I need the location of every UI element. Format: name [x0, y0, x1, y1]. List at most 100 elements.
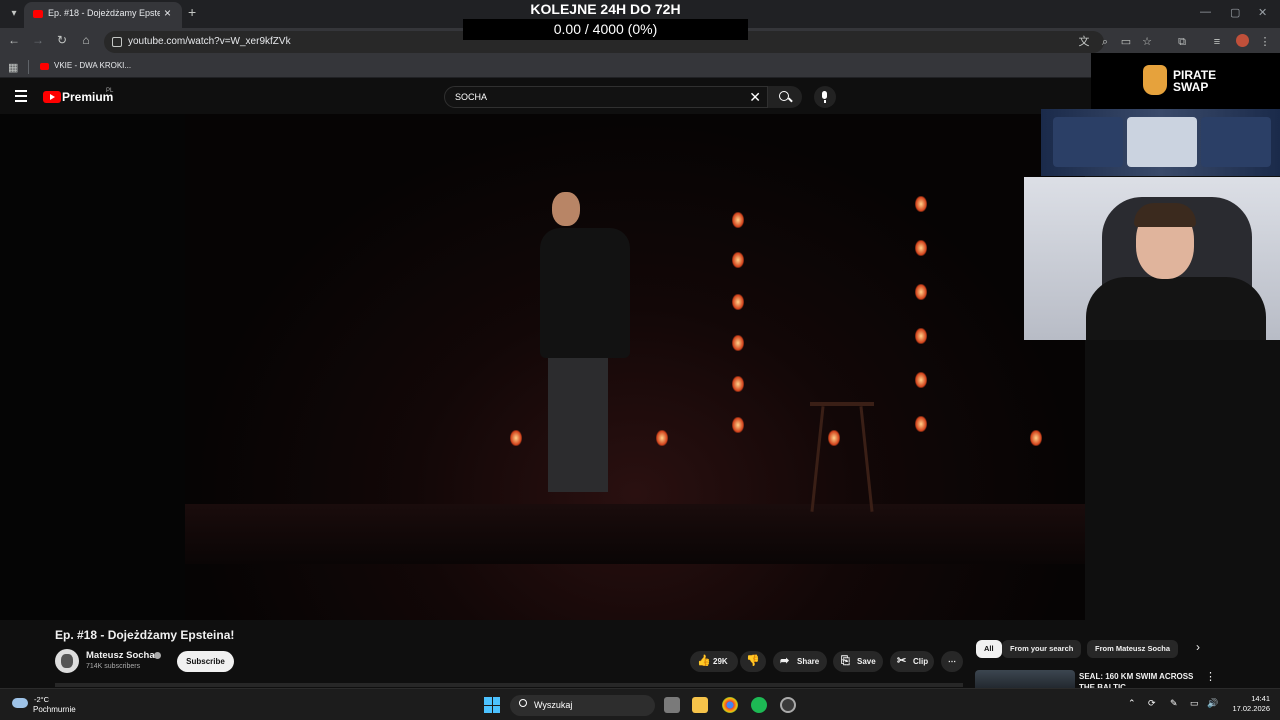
tab-title: Ep. #18 - Dojeżdżamy Epsteina! [48, 8, 160, 18]
more-actions-icon[interactable]: ⋯ [941, 651, 963, 672]
clip-button[interactable]: ✂ Clip [890, 651, 934, 672]
share-label: Share [797, 657, 820, 666]
translate-icon[interactable]: 文 [1077, 35, 1091, 49]
taskbar-search-label: Wyszukaj [534, 700, 573, 710]
extensions-icon[interactable]: ⧉ [1175, 35, 1189, 49]
reading-list-icon[interactable]: ≡ [1210, 35, 1224, 49]
subscribe-button[interactable]: Subscribe [177, 651, 234, 672]
comedian-figure [540, 192, 630, 492]
minimize-icon[interactable]: — [1200, 6, 1211, 18]
more-options-icon[interactable]: ⋮ [1205, 670, 1216, 683]
search-query: SOCHA [455, 92, 488, 102]
streamer-webcam [1024, 177, 1280, 340]
apps-grid-icon[interactable]: ▦ [8, 61, 18, 74]
stage-floor [185, 504, 1085, 564]
weather-description[interactable]: Pochmurnie [33, 705, 76, 714]
app-icon[interactable] [780, 697, 796, 713]
stage-light [1030, 430, 1042, 446]
task-view-icon[interactable] [664, 697, 680, 713]
chip-from-your-search[interactable]: From your search [1002, 640, 1082, 658]
search-input[interactable]: SOCHA ✕ [444, 86, 768, 108]
bar-stool [810, 402, 874, 512]
back-icon[interactable]: ← [6, 33, 22, 47]
close-window-icon[interactable]: ✕ [1258, 6, 1267, 19]
cloud-icon[interactable] [12, 698, 28, 708]
thumbs-up-icon: 👍 [697, 655, 711, 667]
clock-time: 14:41 [1251, 694, 1270, 703]
stage-light [656, 430, 668, 446]
maximize-icon[interactable]: ▢ [1230, 6, 1240, 19]
sponsor-name: PIRATE SWAP [1173, 68, 1217, 94]
network-icon[interactable]: ▭ [1190, 698, 1199, 709]
stage-light [915, 284, 927, 300]
bookmark-star-icon[interactable]: ☆ [1140, 35, 1154, 49]
channel-avatar[interactable] [55, 649, 79, 673]
sync-icon[interactable]: ⟳ [1148, 698, 1156, 709]
zoom-icon[interactable]: ⌕ [1098, 35, 1112, 49]
pen-icon[interactable]: ✎ [1170, 698, 1178, 709]
like-button[interactable]: 👍 29K [690, 651, 738, 672]
show-hidden-icons-icon[interactable]: ⌃ [1128, 698, 1136, 709]
bookmarks-bar: ▦ VKIE - DWA KROKI... [0, 56, 1280, 78]
file-explorer-icon[interactable] [692, 697, 708, 713]
site-info-icon[interactable] [112, 37, 122, 47]
stage-light [732, 335, 744, 351]
forward-icon[interactable]: → [30, 33, 46, 47]
volume-icon[interactable]: 🔊 [1207, 698, 1218, 709]
youtube-favicon-icon [33, 10, 43, 18]
chip-all[interactable]: All [976, 640, 1002, 658]
windows-start-icon[interactable] [484, 697, 500, 713]
channel-name[interactable]: Mateusz Socha [86, 650, 155, 661]
reload-icon[interactable]: ↻ [54, 33, 70, 47]
search-button[interactable] [768, 86, 802, 108]
url-text: youtube.com/watch?v=W_xer9kfZVk [128, 36, 291, 47]
share-button[interactable]: ➦ Share [773, 651, 827, 672]
cast-icon[interactable]: ▭ [1119, 35, 1133, 49]
youtube-favicon-icon [40, 63, 49, 70]
close-tab-icon[interactable]: × [164, 6, 171, 20]
stage-light [915, 328, 927, 344]
skins-carousel [1041, 109, 1280, 176]
stage-light [915, 240, 927, 256]
stage-light [732, 376, 744, 392]
stage-light [915, 196, 927, 212]
bookmark-icon: ⎘ [841, 655, 850, 667]
chip-from-channel[interactable]: From Mateusz Socha [1087, 640, 1179, 658]
browser-tab[interactable]: Ep. #18 - Dojeżdżamy Epsteina! × [24, 2, 182, 28]
chevron-right-icon[interactable]: › [1196, 640, 1200, 654]
stage-light [915, 416, 927, 432]
like-count: 29K [713, 657, 728, 666]
youtube-logo-icon[interactable] [43, 91, 61, 103]
verified-icon [154, 652, 161, 659]
spotify-icon[interactable] [751, 697, 767, 713]
temperature[interactable]: -2°C [34, 695, 49, 704]
save-button[interactable]: ⎘ Save [833, 651, 883, 672]
profile-avatar[interactable] [1236, 34, 1249, 47]
windows-taskbar: -2°C Pochmurnie Wyszukaj ⌃ ⟳ ✎ ▭ 🔊 14:41… [0, 688, 1280, 720]
taskbar-search[interactable]: Wyszukaj [510, 695, 655, 716]
tab-search-icon[interactable]: ▾ [6, 6, 22, 22]
bookmark-item[interactable]: VKIE - DWA KROKI... [54, 61, 131, 70]
voice-search-icon[interactable] [814, 86, 836, 108]
video-player[interactable] [0, 114, 1085, 620]
pirate-logo-icon [1143, 65, 1167, 95]
system-clock[interactable]: 14:41 17.02.2026 [1226, 694, 1270, 714]
home-icon[interactable]: ⌂ [78, 33, 94, 47]
stage-light [732, 252, 744, 268]
stage-light [732, 294, 744, 310]
menu-icon[interactable] [15, 90, 27, 105]
horizontal-scrollbar[interactable] [55, 683, 963, 687]
chrome-menu-icon[interactable]: ⋮ [1258, 35, 1272, 49]
skin-card [1127, 117, 1197, 167]
save-label: Save [857, 657, 876, 666]
stage-light [915, 372, 927, 388]
stage-light [510, 430, 522, 446]
search-icon [519, 699, 527, 707]
clear-search-icon[interactable]: ✕ [749, 89, 761, 106]
dislike-button[interactable]: 👎 [740, 651, 766, 672]
sponsor-banner: PIRATE SWAP [1091, 53, 1280, 109]
new-tab-icon[interactable]: + [188, 4, 196, 20]
bookmark-divider [28, 60, 29, 74]
skin-card [1201, 117, 1271, 167]
chrome-icon[interactable] [722, 697, 738, 713]
